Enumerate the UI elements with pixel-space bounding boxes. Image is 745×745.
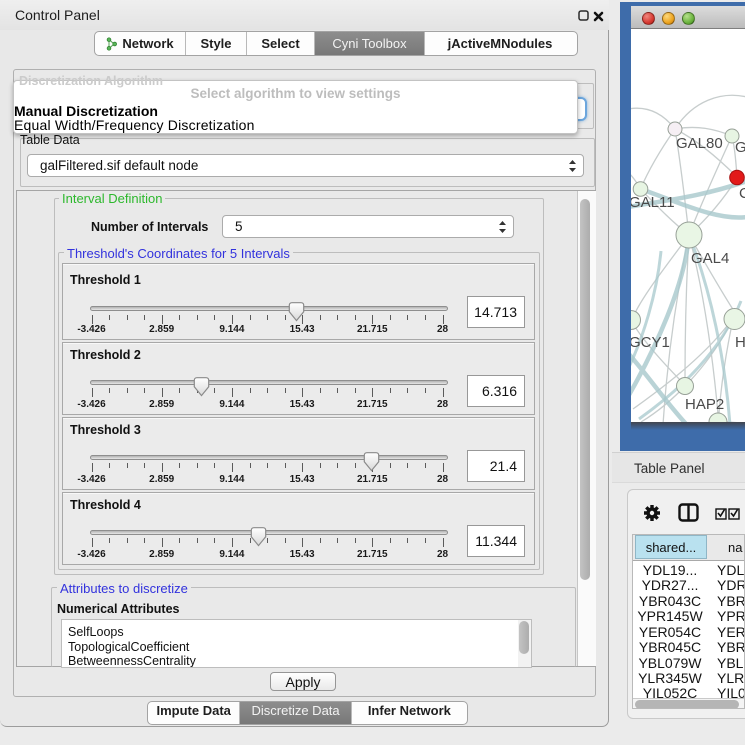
svg-text:GAL11: GAL11 [631,194,675,211]
svg-text:GAL80: GAL80 [676,135,723,152]
svg-text:C: C [739,185,745,202]
svg-text:H: H [735,334,745,351]
svg-text:GAL4: GAL4 [691,250,729,267]
svg-text:GCY1: GCY1 [631,334,670,351]
svg-text:GA: GA [735,139,745,156]
svg-text:HAP2: HAP2 [685,396,724,413]
